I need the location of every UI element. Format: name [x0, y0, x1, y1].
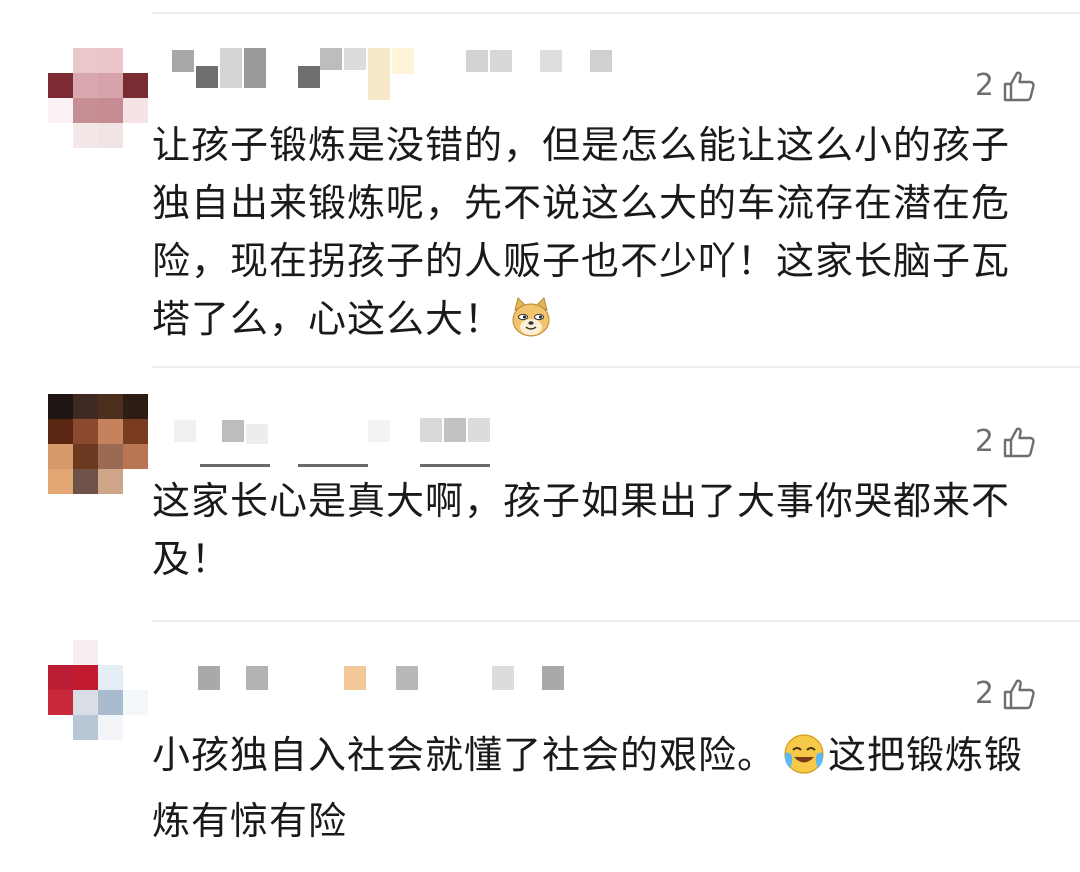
crying-laughing-emoji	[782, 732, 826, 792]
username-blurred[interactable]	[170, 660, 640, 700]
like-button[interactable]: 2	[975, 68, 1036, 103]
top-divider	[152, 12, 1080, 14]
doge-emoji	[509, 296, 553, 356]
comment-text: 这家长心是真大啊，孩子如果出了大事你哭都来不及！	[152, 472, 1040, 588]
comment-text: 小孩独自入社会就懂了社会的艰险。 这把锻炼锻炼有惊有险	[152, 726, 1040, 850]
username-blurred[interactable]	[170, 46, 640, 100]
thumbs-up-icon	[1003, 678, 1035, 709]
comment-divider	[152, 366, 1080, 368]
like-count: 2	[974, 676, 994, 711]
thumbs-up-icon	[1003, 70, 1035, 101]
comment-body: 这家长心是真大啊，孩子如果出了大事你哭都来不及！	[152, 479, 1011, 581]
like-button[interactable]: 2	[975, 424, 1036, 459]
username-blurred[interactable]	[170, 414, 640, 467]
comment-text: 让孩子锻炼是没错的，但是怎么能让这么小的孩子独自出来锻炼呢，先不说这么大的车流存…	[152, 116, 1040, 356]
like-button[interactable]: 2	[975, 676, 1036, 711]
comment-body-start: 小孩独自入社会就懂了社会的艰险。	[152, 733, 777, 777]
avatar[interactable]	[48, 394, 148, 494]
thumbs-up-icon	[1003, 426, 1035, 457]
comment-body: 让孩子锻炼是没错的，但是怎么能让这么小的孩子独自出来锻炼呢，先不说这么大的车流存…	[152, 123, 1011, 341]
like-count: 2	[974, 424, 994, 459]
like-count: 2	[974, 68, 994, 103]
avatar[interactable]	[48, 640, 148, 740]
comment-divider	[152, 620, 1080, 622]
avatar[interactable]	[48, 48, 148, 148]
